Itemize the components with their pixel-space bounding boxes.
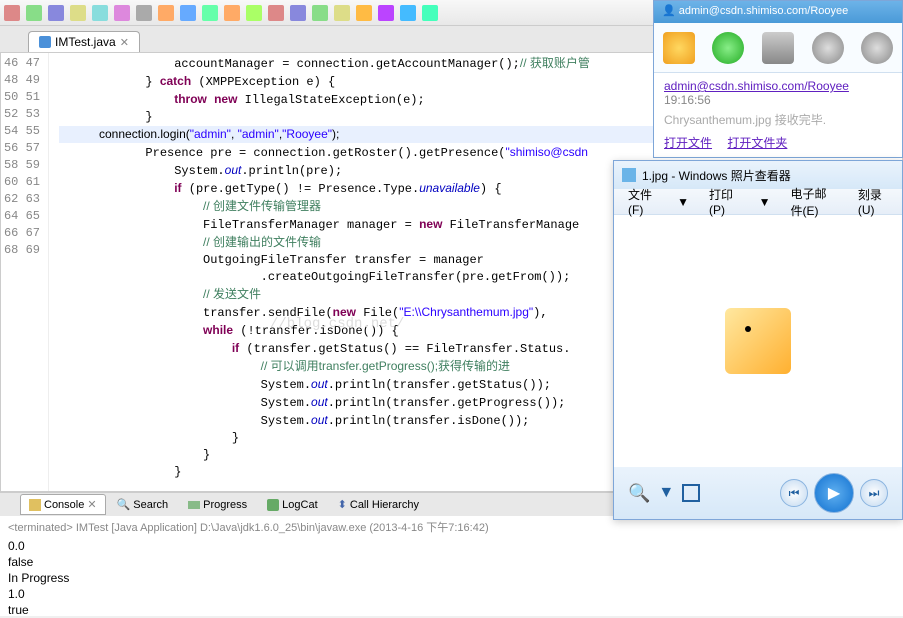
status-icon[interactable]: [712, 32, 744, 64]
console-view: <terminated> IMTest [Java Application] D…: [0, 516, 903, 616]
viewer-app-icon: [622, 168, 636, 182]
toolbar-icon[interactable]: [136, 5, 152, 21]
play-button[interactable]: ▶: [814, 473, 854, 513]
menu-file[interactable]: 文件(F): [628, 186, 657, 217]
tab-console[interactable]: Console ✕: [20, 494, 106, 515]
menu-email[interactable]: 电子邮件(E): [791, 185, 838, 219]
more-icon[interactable]: [861, 32, 893, 64]
close-icon[interactable]: ✕: [120, 36, 129, 49]
logcat-icon: [267, 499, 279, 511]
hierarchy-icon: ⬍: [338, 498, 347, 511]
toolbar-icon[interactable]: [378, 5, 394, 21]
progress-icon: [188, 501, 200, 509]
zoom-icon[interactable]: 🔍: [628, 483, 650, 504]
console-icon: [29, 499, 41, 511]
toolbar-icon[interactable]: [400, 5, 416, 21]
java-file-icon: [39, 36, 51, 48]
toolbar-icon[interactable]: [26, 5, 42, 21]
open-file-link[interactable]: 打开文件: [664, 136, 712, 150]
im-sender-link[interactable]: admin@csdn.shimiso.com/Rooyee: [664, 79, 849, 93]
image-thumbnail: [725, 308, 791, 374]
open-folder-link[interactable]: 打开文件夹: [727, 136, 787, 150]
camera-icon[interactable]: [812, 32, 844, 64]
im-timestamp: 19:16:56: [664, 93, 711, 107]
menu-burn[interactable]: 刻录(U): [858, 186, 888, 217]
console-output[interactable]: 0.0falseIn Progress1.0true: [8, 538, 895, 618]
toolbar-icon[interactable]: [180, 5, 196, 21]
tab-progress[interactable]: Progress: [179, 495, 256, 515]
fit-icon[interactable]: [682, 484, 700, 502]
im-title-bar[interactable]: 👤 admin@csdn.shimiso.com/Rooyee: [654, 1, 902, 23]
next-button[interactable]: ⏭: [860, 479, 888, 507]
toolbar-icon[interactable]: [114, 5, 130, 21]
tab-label: IMTest.java: [55, 35, 116, 49]
toolbar-icon[interactable]: [356, 5, 372, 21]
toolbar-icon[interactable]: [4, 5, 20, 21]
microphone-icon[interactable]: [762, 32, 794, 64]
tab-logcat[interactable]: LogCat: [258, 495, 326, 515]
im-message-area: admin@csdn.shimiso.com/Rooyee 19:16:56 C…: [654, 73, 902, 157]
editor-tab[interactable]: IMTest.java ✕: [28, 31, 140, 52]
menu-print[interactable]: 打印(P): [709, 186, 739, 217]
toolbar-icon[interactable]: [48, 5, 64, 21]
im-filename: Chrysanthemum.jpg: [664, 113, 771, 127]
im-toolbar: [654, 23, 902, 73]
toolbar-icon[interactable]: [290, 5, 306, 21]
toolbar-icon[interactable]: [158, 5, 174, 21]
folder-icon[interactable]: [663, 32, 695, 64]
im-status: 接收完毕.: [775, 113, 826, 127]
viewer-title-bar[interactable]: 1.jpg - Windows 照片查看器: [614, 161, 902, 189]
tab-search[interactable]: 🔍Search: [108, 494, 178, 515]
search-icon: 🔍: [117, 498, 131, 511]
console-header: <terminated> IMTest [Java Application] D…: [8, 520, 895, 536]
line-gutter: 46 47 48 49 50 51 52 53 54 55 56 57 58 5…: [1, 53, 49, 491]
toolbar-icon[interactable]: [268, 5, 284, 21]
toolbar-icon[interactable]: [224, 5, 240, 21]
im-chat-window: 👤 admin@csdn.shimiso.com/Rooyee admin@cs…: [653, 0, 903, 158]
toolbar-icon[interactable]: [422, 5, 438, 21]
tab-callhierarchy[interactable]: ⬍Call Hierarchy: [329, 494, 428, 515]
close-icon[interactable]: ✕: [87, 498, 96, 511]
toolbar-icon[interactable]: [312, 5, 328, 21]
viewer-controls: 🔍▼ ⏮ ▶ ⏭: [614, 467, 902, 519]
prev-button[interactable]: ⏮: [780, 479, 808, 507]
viewer-menu-bar: 文件(F)▼ 打印(P)▼ 电子邮件(E) 刻录(U): [614, 189, 902, 215]
viewer-image-area[interactable]: [614, 215, 902, 467]
photo-viewer-window: 1.jpg - Windows 照片查看器 文件(F)▼ 打印(P)▼ 电子邮件…: [613, 160, 903, 520]
toolbar-icon[interactable]: [246, 5, 262, 21]
toolbar-icon[interactable]: [334, 5, 350, 21]
toolbar-icon[interactable]: [202, 5, 218, 21]
toolbar-icon[interactable]: [70, 5, 86, 21]
toolbar-icon[interactable]: [92, 5, 108, 21]
